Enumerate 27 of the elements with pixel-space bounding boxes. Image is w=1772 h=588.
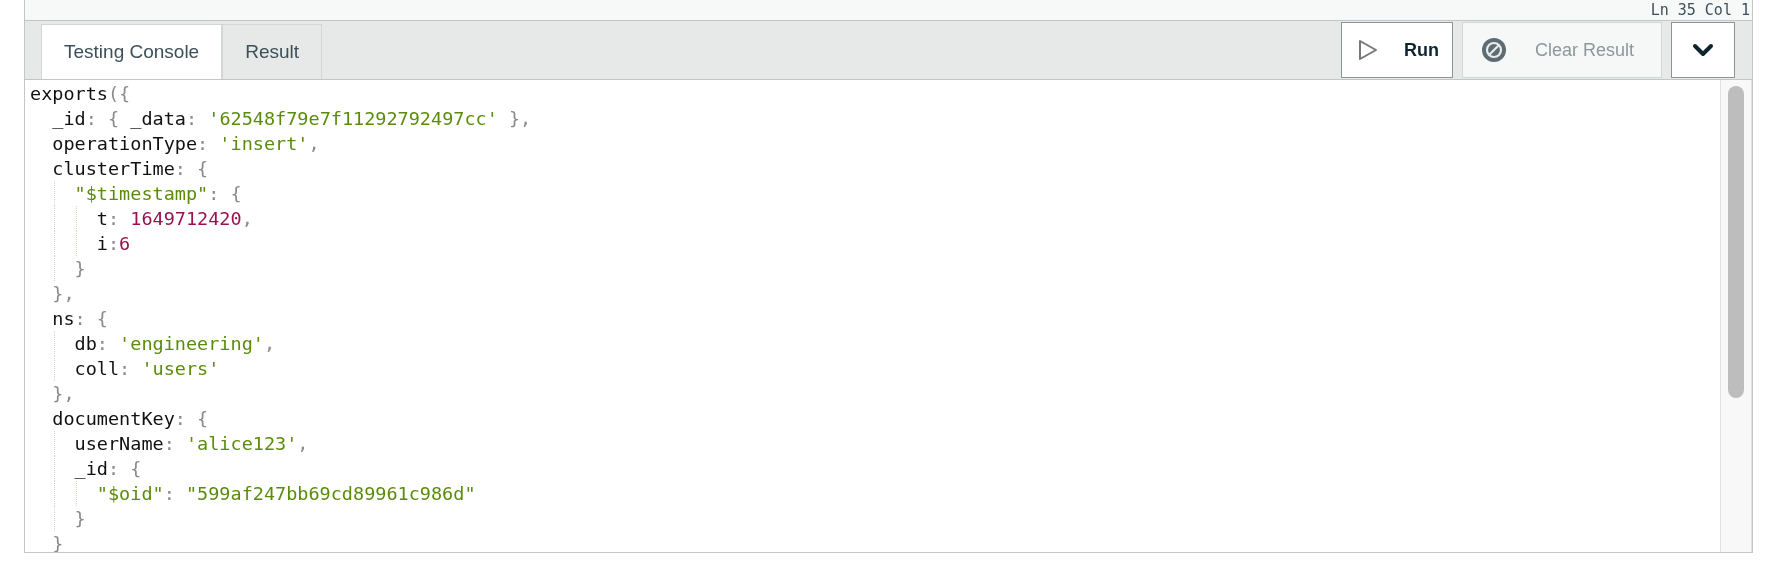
code-line: }: [73, 258, 86, 279]
cursor-position: Ln 35 Col 1: [1650, 1, 1750, 19]
prohibited-icon: [1481, 37, 1507, 63]
expand-button[interactable]: [1671, 22, 1735, 78]
code-line: userName: 'alice123',: [73, 433, 309, 454]
code-line: db: 'engineering',: [73, 333, 276, 354]
tab[interactable]: Result: [222, 24, 323, 79]
code-line: _id: {: [73, 458, 142, 479]
play-icon: [1358, 39, 1378, 61]
code-line: exports({: [30, 83, 131, 104]
code-line: documentKey: {: [51, 408, 209, 429]
code-line: coll: 'users': [73, 358, 220, 379]
code-line: _id: { _data: '62548f79e7f11292792497cc' },: [51, 108, 532, 129]
code-line: clusterTime: {: [51, 158, 209, 179]
run-button[interactable]: Run: [1341, 22, 1453, 78]
code-line: i:6: [95, 233, 131, 254]
code-line: "$timestamp": {: [73, 183, 242, 204]
code-line: "$oid": "599af247bb69cd89961c986d": [95, 483, 476, 504]
chevron-down-icon: [1692, 43, 1714, 57]
code-line: operationType: 'insert',: [51, 133, 320, 154]
tab[interactable]: Testing Console: [41, 24, 223, 79]
code-line: },: [51, 283, 75, 304]
code-line: },: [51, 383, 75, 404]
code-line: t: 1649712420,: [95, 208, 253, 229]
code-line: ns: {: [51, 308, 108, 329]
scrollbar[interactable]: [1720, 80, 1752, 552]
code-line: }: [73, 508, 86, 529]
